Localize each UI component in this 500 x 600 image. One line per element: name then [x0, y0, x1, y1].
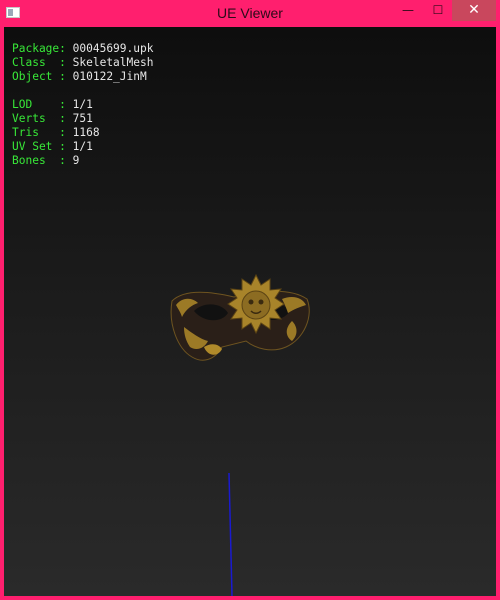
mask-model — [170, 273, 310, 361]
app-window: UE Viewer — ☐ ✕ Package: 00045699.upk Cl… — [0, 0, 500, 600]
maximize-button[interactable]: ☐ — [424, 0, 452, 21]
close-button[interactable]: ✕ — [452, 0, 496, 21]
title-bar[interactable]: UE Viewer — ☐ ✕ — [0, 0, 500, 27]
3d-viewport[interactable]: Package: 00045699.upk Class : SkeletalMe… — [4, 27, 496, 596]
minimize-button[interactable]: — — [394, 0, 422, 21]
